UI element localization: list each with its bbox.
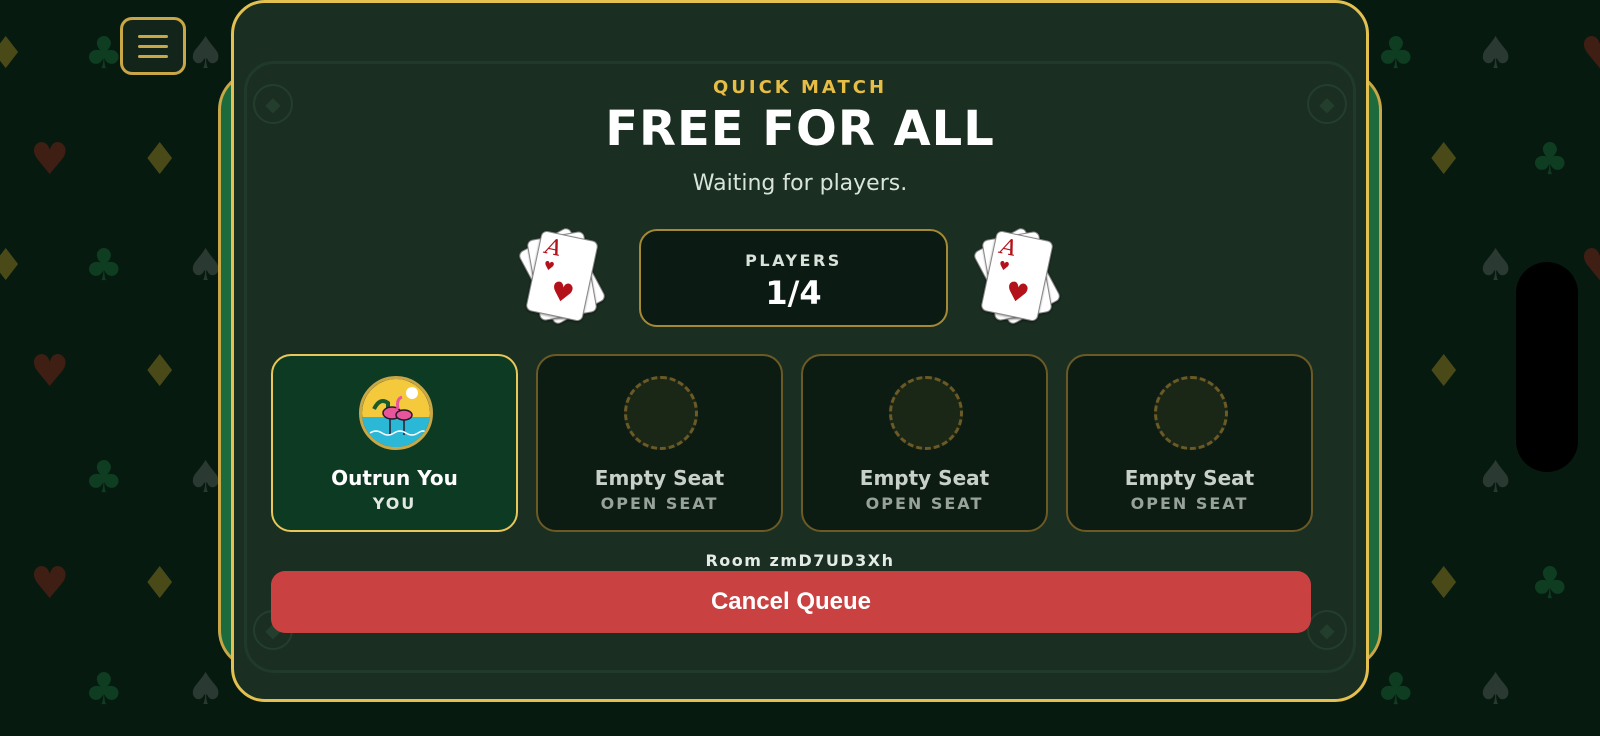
diamond-icon: ♦ bbox=[1424, 134, 1464, 185]
seat-player-name: Empty Seat bbox=[859, 466, 990, 490]
diamond-icon: ♦ bbox=[140, 346, 180, 397]
flamingo-avatar-icon bbox=[359, 376, 433, 450]
hamburger-menu-icon bbox=[138, 34, 168, 38]
diamond-icon: ♦ bbox=[0, 28, 26, 79]
ace-of-hearts-fan-icon: A ♥ ♥ bbox=[966, 226, 1066, 327]
seat-empty[interactable]: Empty Seat OPEN SEAT bbox=[536, 354, 783, 532]
club-icon: ♣ bbox=[1376, 28, 1416, 79]
diamond-icon: ♦ bbox=[1424, 558, 1464, 609]
spade-icon: ♠ bbox=[186, 28, 226, 79]
mode-subtitle: QUICK MATCH bbox=[712, 77, 888, 98]
diamond-icon: ♦ bbox=[0, 240, 26, 291]
club-icon: ♣ bbox=[1376, 664, 1416, 715]
club-icon: ♣ bbox=[84, 240, 124, 291]
seat-list: Outrun You YOU Empty Seat OPEN SEAT Empt… bbox=[271, 354, 1315, 532]
club-icon: ♣ bbox=[84, 664, 124, 715]
seat-player-tag: OPEN SEAT bbox=[865, 494, 984, 513]
spade-icon: ♠ bbox=[1476, 28, 1516, 79]
spade-icon: ♠ bbox=[1476, 452, 1516, 503]
seat-player-tag: YOU bbox=[372, 494, 417, 513]
seat-empty[interactable]: Empty Seat OPEN SEAT bbox=[801, 354, 1048, 532]
player-count-label: PLAYERS bbox=[745, 251, 842, 270]
diamond-icon: ♦ bbox=[1424, 346, 1464, 397]
club-icon: ♣ bbox=[1530, 558, 1570, 609]
seat-player-tag: OPEN SEAT bbox=[1130, 494, 1249, 513]
room-id: Room zmD7UD3Xh bbox=[705, 551, 895, 570]
queue-status: Waiting for players. bbox=[692, 171, 908, 196]
heart-icon: ♥ bbox=[30, 346, 70, 397]
seat-player-name: Empty Seat bbox=[1124, 466, 1255, 490]
seat-you[interactable]: Outrun You YOU bbox=[271, 354, 518, 532]
spade-icon: ♠ bbox=[1476, 240, 1516, 291]
empty-seat-icon bbox=[889, 376, 963, 450]
ace-of-hearts-fan-icon: A ♥ ♥ bbox=[511, 226, 611, 327]
spade-icon: ♠ bbox=[1476, 664, 1516, 715]
heart-icon: ♥ bbox=[1580, 240, 1600, 291]
empty-seat-icon bbox=[624, 376, 698, 450]
seat-player-name: Empty Seat bbox=[594, 466, 725, 490]
matchmaking-panel: ◆ ◆ ◆ ◆ QUICK MATCH FREE FOR ALL Waiting… bbox=[231, 0, 1369, 702]
seat-player-tag: OPEN SEAT bbox=[600, 494, 719, 513]
seat-player-name: Outrun You bbox=[331, 466, 458, 490]
club-icon: ♣ bbox=[1530, 134, 1570, 185]
diamond-icon: ♦ bbox=[140, 558, 180, 609]
diamond-icon: ◆ bbox=[1307, 610, 1347, 650]
club-icon: ♣ bbox=[84, 28, 124, 79]
seat-empty[interactable]: Empty Seat OPEN SEAT bbox=[1066, 354, 1313, 532]
player-count-value: 1/4 bbox=[765, 274, 822, 312]
club-icon: ♣ bbox=[84, 452, 124, 503]
player-count-box: PLAYERS 1/4 bbox=[639, 229, 948, 327]
cancel-queue-button[interactable]: Cancel Queue bbox=[271, 571, 1311, 633]
menu-button[interactable] bbox=[120, 17, 186, 75]
mode-title: FREE FOR ALL bbox=[605, 101, 995, 157]
heart-icon: ♥ bbox=[30, 558, 70, 609]
heart-icon: ♥ bbox=[1580, 28, 1600, 79]
spade-icon: ♠ bbox=[186, 664, 226, 715]
side-handle bbox=[1516, 262, 1578, 472]
diamond-icon: ♦ bbox=[140, 134, 180, 185]
heart-icon: ♥ bbox=[30, 134, 70, 185]
empty-seat-icon bbox=[1154, 376, 1228, 450]
